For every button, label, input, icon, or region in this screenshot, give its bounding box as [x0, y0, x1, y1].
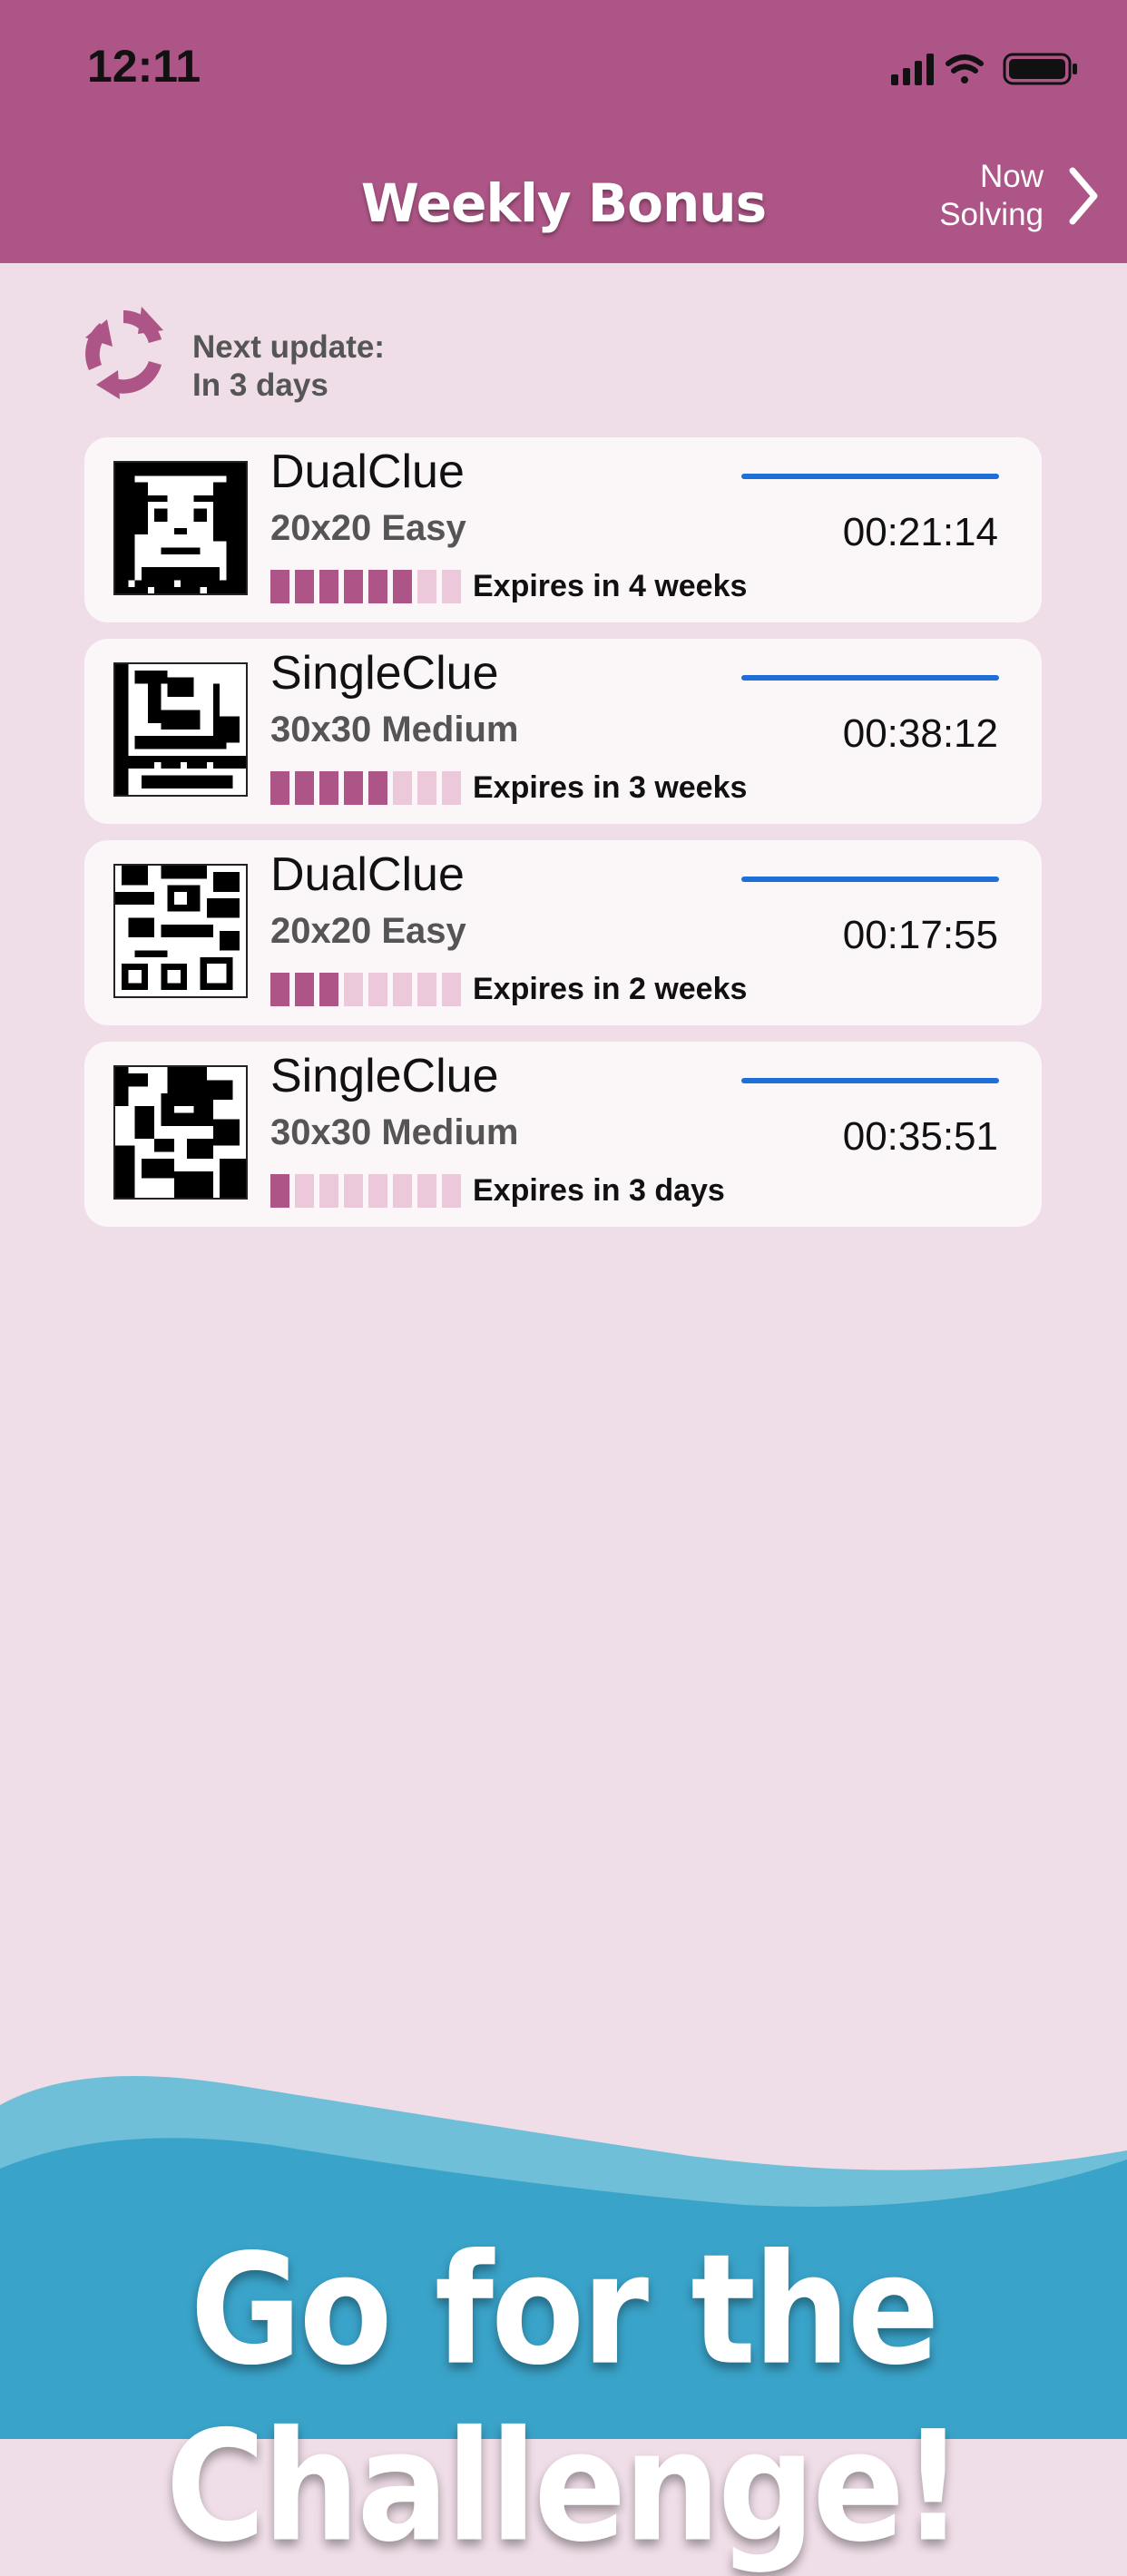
expiry-segment: [393, 771, 412, 805]
expiry-segment: [368, 570, 387, 603]
puzzle-thumbnail: [113, 1065, 248, 1200]
update-text: Next update: In 3 days: [192, 328, 555, 405]
puzzle-time: 00:17:55: [842, 913, 998, 957]
expiry-segment: [417, 973, 436, 1006]
expiry-segment: [270, 973, 289, 1006]
puzzle-time: 00:21:14: [842, 510, 998, 554]
expires-text: Expires in 4 weeks: [473, 569, 748, 603]
expiry-segment: [442, 570, 461, 603]
expiry-segment: [295, 973, 314, 1006]
progress-line: [741, 474, 999, 479]
chevron-right-icon: [1069, 167, 1098, 225]
expiry-meter: [270, 1174, 461, 1208]
expiry-segment: [417, 771, 436, 805]
update-value: In 3 days: [192, 367, 328, 403]
expiry-segment: [442, 771, 461, 805]
wifi-icon: [946, 54, 984, 83]
expiry-segment: [319, 973, 338, 1006]
expiry-segment: [417, 1174, 436, 1208]
puzzle-size: 20x20 Easy: [270, 508, 466, 548]
challenge-banner-text: Go for the Challenge!: [165, 2222, 965, 2576]
expiry-segment: [270, 771, 289, 805]
puzzle-list: DualClue 20x20 Easy 00:21:14 Expires in …: [84, 437, 1042, 1243]
expires-text: Expires in 3 days: [473, 1173, 725, 1208]
expiry-segment: [295, 570, 314, 603]
expiry-segment: [319, 570, 338, 603]
expiry-segment: [295, 1174, 314, 1208]
status-icons: [891, 53, 1077, 85]
expiry-meter: [270, 771, 461, 805]
puzzle-size: 30x30 Medium: [270, 1112, 519, 1152]
expiry-segment: [319, 771, 338, 805]
update-label: Next update:: [192, 329, 385, 365]
expiry-segment: [393, 973, 412, 1006]
now-solving-button[interactable]: Now Solving: [926, 151, 1100, 241]
expiry-segment: [319, 1174, 338, 1208]
expiry-segment: [344, 973, 363, 1006]
expiry-segment: [393, 570, 412, 603]
signal-icon: [891, 54, 934, 85]
puzzle-card[interactable]: SingleClue 30x30 Medium 00:35:51 Expires…: [84, 1042, 1042, 1227]
expiry-segment: [270, 570, 289, 603]
expiry-segment: [417, 570, 436, 603]
puzzle-type: DualClue: [270, 446, 465, 498]
expiry-segment: [344, 771, 363, 805]
expiry-segment: [368, 1174, 387, 1208]
puzzle-type: DualClue: [270, 848, 465, 901]
status-bar: 12:11: [0, 0, 1127, 136]
progress-line: [741, 1078, 999, 1083]
expires-text: Expires in 3 weeks: [473, 770, 748, 805]
expiry-segment: [344, 1174, 363, 1208]
puzzle-thumbnail: [113, 461, 248, 595]
expiry-segment: [295, 771, 314, 805]
expiry-segment: [442, 1174, 461, 1208]
puzzle-size: 30x30 Medium: [270, 710, 519, 749]
puzzle-card[interactable]: DualClue 20x20 Easy 00:21:14 Expires in …: [84, 437, 1042, 622]
expiry-segment: [393, 1174, 412, 1208]
puzzle-card[interactable]: DualClue 20x20 Easy 00:17:55 Expires in …: [84, 840, 1042, 1025]
battery-icon: [1003, 53, 1077, 85]
puzzle-time: 00:35:51: [842, 1114, 998, 1159]
nav-bar: Weekly Bonus Now Solving: [0, 136, 1127, 263]
puzzle-type: SingleClue: [270, 647, 499, 700]
status-time: 12:11: [87, 41, 201, 92]
expiry-segment: [368, 771, 387, 805]
now-solving-label: Now Solving: [939, 159, 1044, 232]
progress-line: [741, 877, 999, 882]
puzzle-type: SingleClue: [270, 1050, 499, 1102]
expiry-meter: [270, 973, 461, 1006]
puzzle-thumbnail: [113, 864, 248, 998]
expiry-meter: [270, 570, 461, 603]
puzzle-card[interactable]: SingleClue 30x30 Medium 00:38:12 Expires…: [84, 639, 1042, 824]
puzzle-thumbnail: [113, 662, 248, 797]
progress-line: [741, 675, 999, 681]
puzzle-size: 20x20 Easy: [270, 911, 466, 951]
expiry-segment: [442, 973, 461, 1006]
expiry-segment: [368, 973, 387, 1006]
expiry-segment: [270, 1174, 289, 1208]
refresh-icon: [85, 307, 163, 399]
expiry-segment: [344, 570, 363, 603]
puzzle-time: 00:38:12: [842, 711, 998, 756]
expires-text: Expires in 2 weeks: [473, 972, 748, 1006]
